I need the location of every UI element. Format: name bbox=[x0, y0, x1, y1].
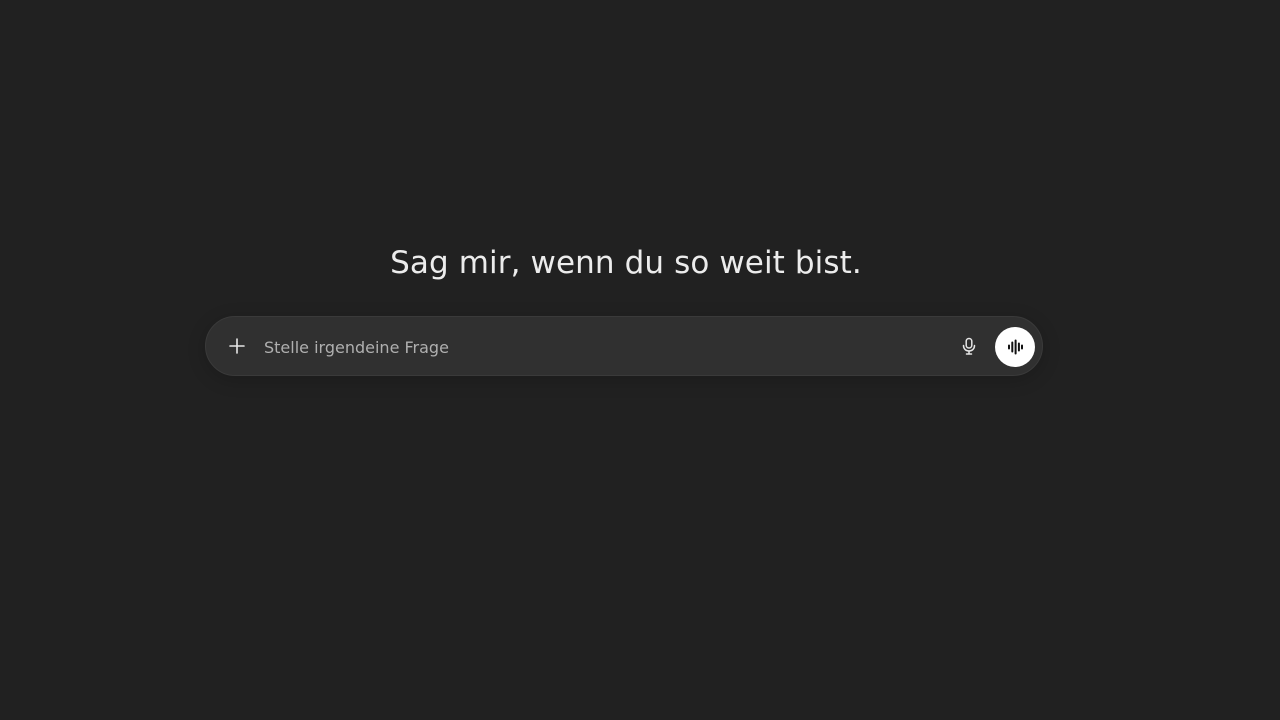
voice-mode-button[interactable] bbox=[995, 327, 1035, 367]
add-attachment-button[interactable] bbox=[222, 331, 252, 361]
plus-icon bbox=[229, 338, 245, 354]
sound-wave-icon bbox=[1008, 339, 1023, 355]
chat-page: Sag mir, wenn du so weit bist. bbox=[0, 0, 1280, 720]
microphone-icon bbox=[962, 337, 976, 355]
page-headline: Sag mir, wenn du so weit bist. bbox=[390, 244, 862, 281]
prompt-composer bbox=[205, 316, 1043, 376]
prompt-input[interactable] bbox=[264, 333, 944, 361]
dictate-button[interactable] bbox=[954, 331, 984, 361]
